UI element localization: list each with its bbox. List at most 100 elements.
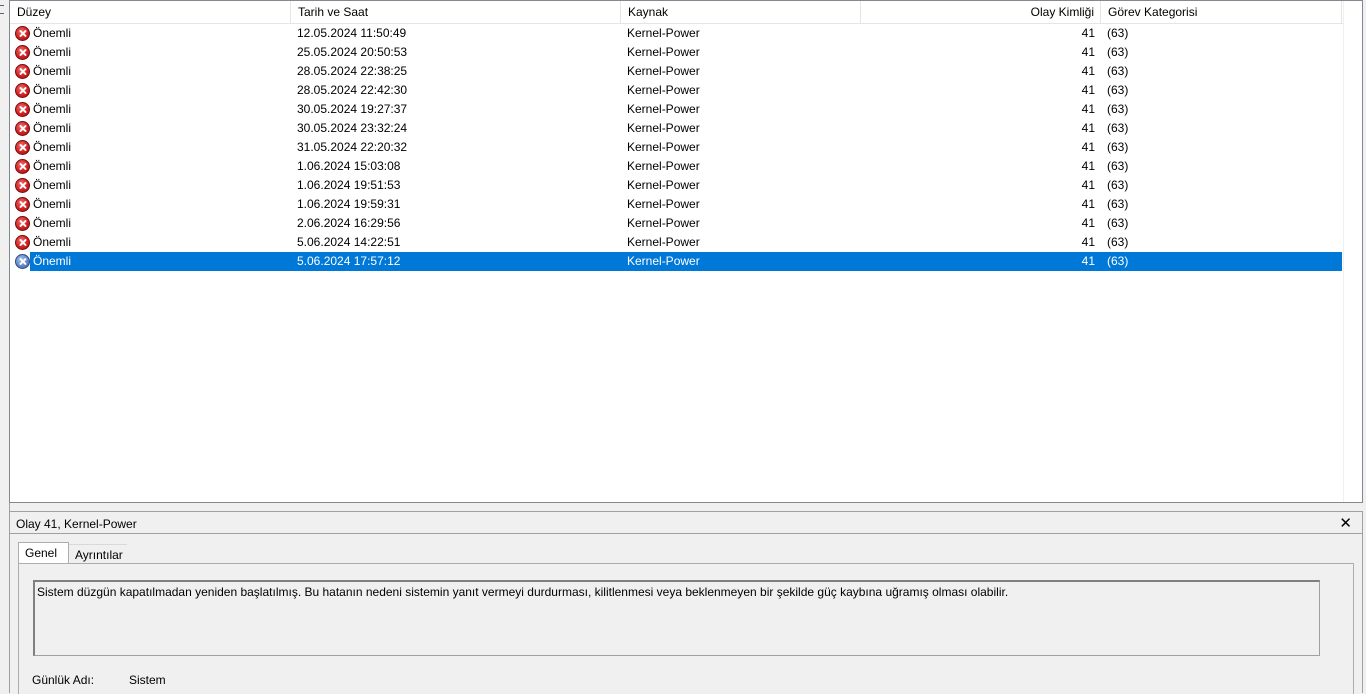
- error-x-icon: [15, 83, 30, 98]
- error-x-icon: [15, 45, 30, 60]
- cell-task-category: (63): [1107, 121, 1129, 135]
- cell-task-category: (63): [1107, 83, 1129, 97]
- cell-task-category: (63): [1107, 235, 1129, 249]
- cell-source: Kernel-Power: [627, 121, 700, 135]
- cell-source: Kernel-Power: [627, 45, 700, 59]
- table-row[interactable]: Önemli 30.05.2024 23:32:24 Kernel-Power 41 (…: [10, 119, 1342, 138]
- column-header-task-category[interactable]: Görev Kategorisi: [1101, 1, 1342, 23]
- error-x-icon: [15, 26, 30, 41]
- cell-task-category: (63): [1107, 178, 1129, 192]
- cell-datetime: 25.05.2024 20:50:53: [297, 45, 408, 59]
- close-icon[interactable]: ✕: [1339, 514, 1352, 532]
- tab-content-general: Sistem düzgün kapatılmadan yeniden başla…: [18, 563, 1354, 694]
- cell-datetime: 30.05.2024 23:32:24: [297, 121, 408, 135]
- cell-level: Önemli: [33, 159, 72, 173]
- cell-level: Önemli: [33, 254, 72, 268]
- cell-task-category: (63): [1107, 159, 1129, 173]
- cell-level: Önemli: [33, 121, 72, 135]
- detail-divider: [10, 533, 1362, 534]
- cell-level: Önemli: [33, 216, 72, 230]
- cell-task-category: (63): [1107, 26, 1129, 40]
- table-row[interactable]: Önemli 5.06.2024 17:57:12 Kernel-Power 41 (6…: [10, 252, 1342, 271]
- event-detail-pane: Olay 41, Kernel-Power ✕ Genel Ayrıntılar…: [9, 511, 1363, 694]
- cell-event-id: 41: [1081, 159, 1095, 173]
- event-list: Düzey Tarih ve Saat Kaynak Olay Kimliği …: [9, 0, 1363, 503]
- column-header-event-id[interactable]: Olay Kimliği: [861, 1, 1101, 23]
- log-name-value[interactable]: Sistem: [129, 673, 166, 687]
- column-header-level[interactable]: Düzey: [10, 1, 291, 23]
- error-x-icon: [15, 121, 30, 136]
- cell-task-category: (63): [1107, 45, 1129, 59]
- cell-source: Kernel-Power: [627, 235, 700, 249]
- cell-event-id: 41: [1081, 140, 1095, 154]
- cell-datetime: 1.06.2024 15:03:08: [297, 159, 401, 173]
- error-x-icon: [15, 197, 30, 212]
- error-x-icon: [15, 159, 30, 174]
- detail-title: Olay 41, Kernel-Power: [16, 517, 137, 531]
- table-row[interactable]: Önemli 25.05.2024 20:50:53 Kernel-Power 41 (…: [10, 43, 1342, 62]
- table-row[interactable]: Önemli 1.06.2024 15:03:08 Kernel-Power 41 (6…: [10, 157, 1342, 176]
- cell-datetime: 5.06.2024 17:57:12: [297, 254, 401, 268]
- vertical-scrollbar[interactable]: [1343, 1, 1362, 502]
- table-row[interactable]: Önemli 2.06.2024 16:29:56 Kernel-Power 41 (6…: [10, 214, 1342, 233]
- cell-datetime: 28.05.2024 22:38:25: [297, 64, 408, 78]
- cell-source: Kernel-Power: [627, 254, 700, 268]
- cell-datetime: 5.06.2024 14:22:51: [297, 235, 401, 249]
- cell-source: Kernel-Power: [627, 102, 700, 116]
- error-x-icon: [15, 178, 30, 193]
- error-x-icon: [15, 235, 30, 250]
- cell-source: Kernel-Power: [627, 140, 700, 154]
- cell-level: Önemli: [33, 140, 72, 154]
- cell-source: Kernel-Power: [627, 83, 700, 97]
- table-row[interactable]: Önemli 1.06.2024 19:51:53 Kernel-Power 41 (6…: [10, 176, 1342, 195]
- cell-level: Önemli: [33, 235, 72, 249]
- cell-event-id: 41: [1081, 254, 1095, 268]
- cell-source: Kernel-Power: [627, 197, 700, 211]
- table-row[interactable]: Önemli 12.05.2024 11:50:49 Kernel-Power 41 (…: [10, 24, 1342, 43]
- cell-source: Kernel-Power: [627, 159, 700, 173]
- sort-indicator-icon: ^: [451, 0, 456, 6]
- cell-level: Önemli: [33, 83, 72, 97]
- column-header-row: Düzey Tarih ve Saat Kaynak Olay Kimliği …: [10, 1, 1362, 24]
- cell-event-id: 41: [1081, 26, 1095, 40]
- cell-level: Önemli: [33, 26, 72, 40]
- cell-event-id: 41: [1081, 102, 1095, 116]
- cell-level: Önemli: [33, 197, 72, 211]
- cell-task-category: (63): [1107, 64, 1129, 78]
- splitter-tick: [0, 5, 4, 6]
- cell-level: Önemli: [33, 64, 72, 78]
- cell-datetime: 31.05.2024 22:20:32: [297, 140, 408, 154]
- table-row[interactable]: Önemli 31.05.2024 22:20:32 Kernel-Power 41 (…: [10, 138, 1342, 157]
- splitter-tick: [0, 13, 4, 14]
- cell-datetime: 12.05.2024 11:50:49: [297, 26, 407, 40]
- error-x-icon: [15, 254, 30, 269]
- cell-event-id: 41: [1081, 45, 1095, 59]
- cell-datetime: 30.05.2024 19:27:37: [297, 102, 408, 116]
- cell-source: Kernel-Power: [627, 26, 700, 40]
- column-header-datetime[interactable]: Tarih ve Saat: [291, 1, 621, 23]
- table-row[interactable]: Önemli 28.05.2024 22:38:25 Kernel-Power 41 (…: [10, 62, 1342, 81]
- tab-details[interactable]: Ayrıntılar: [69, 544, 127, 565]
- cell-level: Önemli: [33, 45, 72, 59]
- cell-datetime: 28.05.2024 22:42:30: [297, 83, 408, 97]
- cell-task-category: (63): [1107, 140, 1129, 154]
- tab-general[interactable]: Genel: [18, 542, 69, 564]
- cell-task-category: (63): [1107, 254, 1129, 268]
- log-name-label: Günlük Adı:: [32, 673, 95, 687]
- cell-task-category: (63): [1107, 197, 1129, 211]
- cell-task-category: (63): [1107, 102, 1129, 116]
- cell-event-id: 41: [1081, 235, 1095, 249]
- error-x-icon: [15, 216, 30, 231]
- cell-datetime: 1.06.2024 19:51:53: [297, 178, 401, 192]
- column-header-source[interactable]: Kaynak: [621, 1, 861, 23]
- table-row[interactable]: Önemli 28.05.2024 22:42:30 Kernel-Power 41 (…: [10, 81, 1342, 100]
- cell-event-id: 41: [1081, 216, 1095, 230]
- cell-event-id: 41: [1081, 121, 1095, 135]
- event-description[interactable]: Sistem düzgün kapatılmadan yeniden başla…: [33, 580, 1320, 656]
- cell-event-id: 41: [1081, 197, 1095, 211]
- cell-event-id: 41: [1081, 178, 1095, 192]
- table-row[interactable]: Önemli 1.06.2024 19:59:31 Kernel-Power 41 (6…: [10, 195, 1342, 214]
- cell-datetime: 1.06.2024 19:59:31: [297, 197, 401, 211]
- table-row[interactable]: Önemli 30.05.2024 19:27:37 Kernel-Power 41 (…: [10, 100, 1342, 119]
- table-row[interactable]: Önemli 5.06.2024 14:22:51 Kernel-Power 41 (6…: [10, 233, 1342, 252]
